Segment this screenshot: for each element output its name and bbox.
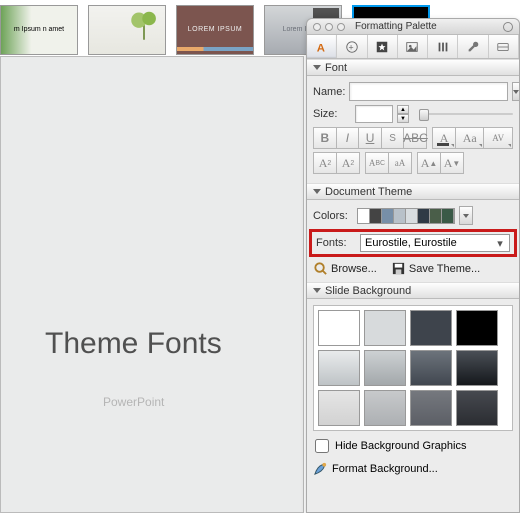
save-theme-label: Save Theme...: [409, 263, 480, 275]
change-case-button[interactable]: Aa: [455, 127, 485, 149]
theme-colors-dropdown[interactable]: [459, 206, 473, 225]
italic-button[interactable]: I: [336, 127, 360, 149]
theme-fonts-label: Fonts:: [316, 237, 356, 249]
bg-swatch[interactable]: [410, 310, 452, 346]
strike-button[interactable]: ABC: [403, 127, 427, 149]
zoom-icon[interactable]: [337, 23, 345, 31]
color-swatch[interactable]: [406, 209, 418, 223]
bg-swatch[interactable]: [364, 310, 406, 346]
color-swatch[interactable]: [418, 209, 430, 223]
format-background-button[interactable]: Format Background...: [313, 461, 513, 476]
font-size-slider[interactable]: [419, 109, 513, 119]
minimize-icon[interactable]: [325, 23, 333, 31]
bg-swatch[interactable]: [318, 310, 360, 346]
svg-text:A: A: [316, 42, 324, 54]
theme-fonts-value: Eurostile, Eurostile: [365, 237, 457, 249]
theme-fonts-dropdown[interactable]: Eurostile, Eurostile ▾: [360, 234, 510, 252]
slide-subtitle: PowerPoint: [103, 395, 303, 409]
formatting-palette: Formatting Palette A + Font Name: Size: …: [306, 18, 520, 513]
color-swatch[interactable]: [430, 209, 442, 223]
bg-swatch[interactable]: [364, 390, 406, 426]
section-bg-head[interactable]: Slide Background: [307, 282, 519, 299]
palette-titlebar[interactable]: Formatting Palette: [307, 19, 519, 35]
font-name-dropdown[interactable]: [512, 82, 520, 101]
save-icon: [391, 261, 406, 276]
format-bg-label: Format Background...: [332, 463, 438, 475]
theme-thumb[interactable]: m Ipsum n amet: [0, 5, 78, 55]
font-size-input[interactable]: [355, 105, 393, 123]
tab-extra[interactable]: [489, 35, 519, 58]
bg-swatch[interactable]: [318, 350, 360, 386]
theme-thumb[interactable]: [88, 5, 166, 55]
color-swatch[interactable]: [358, 209, 370, 223]
font-size-stepper[interactable]: ▲▼: [397, 105, 409, 123]
palette-title: Formatting Palette: [355, 21, 499, 32]
disclosure-triangle-icon: [313, 288, 321, 293]
tab-font[interactable]: A: [307, 35, 337, 58]
collapse-icon[interactable]: [503, 22, 513, 32]
section-font-head[interactable]: Font: [307, 59, 519, 76]
subscript-button[interactable]: A2: [336, 152, 360, 174]
browse-icon: [313, 261, 328, 276]
disclosure-triangle-icon: [313, 189, 321, 194]
section-theme-label: Document Theme: [325, 186, 412, 198]
color-swatch[interactable]: [382, 209, 394, 223]
section-theme-head[interactable]: Document Theme: [307, 183, 519, 200]
bg-swatch[interactable]: [456, 310, 498, 346]
superscript-button[interactable]: A2: [313, 152, 337, 174]
bg-swatch[interactable]: [318, 390, 360, 426]
color-swatch[interactable]: [442, 209, 454, 223]
bg-swatch[interactable]: [456, 350, 498, 386]
close-icon[interactable]: [313, 23, 321, 31]
grow-font-button[interactable]: A▲: [417, 152, 441, 174]
thumb-label: m Ipsum n amet: [14, 26, 64, 34]
font-size-label: Size:: [313, 108, 351, 120]
thumb-label: LOREM IPSUM: [188, 26, 243, 34]
disclosure-triangle-icon: [313, 65, 321, 70]
bg-swatch[interactable]: [456, 390, 498, 426]
format-bg-icon: [313, 461, 328, 476]
theme-fonts-highlight: Fonts: Eurostile, Eurostile ▾: [309, 229, 517, 257]
allcaps-button[interactable]: aA: [388, 152, 412, 174]
shadow-button[interactable]: S: [381, 127, 405, 149]
bg-swatch[interactable]: [364, 350, 406, 386]
background-swatch-grid: [313, 305, 513, 431]
char-spacing-button[interactable]: AV: [483, 127, 513, 149]
bg-swatch[interactable]: [410, 350, 452, 386]
shrink-font-button[interactable]: A▼: [440, 152, 464, 174]
section-theme-body: Colors: Fonts: Eurostile, Eurostile ▾ Br…: [307, 200, 519, 282]
save-theme-button[interactable]: Save Theme...: [391, 261, 480, 276]
tab-tools[interactable]: [458, 35, 488, 58]
palette-tabs: A +: [307, 35, 519, 59]
tab-add[interactable]: +: [337, 35, 367, 58]
tab-picture[interactable]: [398, 35, 428, 58]
hide-bg-label: Hide Background Graphics: [335, 440, 466, 452]
section-font-label: Font: [325, 62, 347, 74]
font-name-input[interactable]: [349, 82, 508, 101]
section-bg-body: Hide Background Graphics Format Backgrou…: [307, 299, 519, 482]
font-name-label: Name:: [313, 86, 345, 98]
theme-thumb[interactable]: LOREM IPSUM: [176, 5, 254, 55]
browse-theme-button[interactable]: Browse...: [313, 261, 377, 276]
theme-colors-label: Colors:: [313, 210, 353, 222]
color-swatch[interactable]: [394, 209, 406, 223]
theme-colors-swatches[interactable]: [357, 208, 455, 224]
tab-star[interactable]: [368, 35, 398, 58]
section-font-body: Name: Size: ▲▼ B I U S ABC A Aa AV A2 A2…: [307, 76, 519, 183]
svg-text:+: +: [348, 42, 353, 52]
underline-button[interactable]: U: [358, 127, 382, 149]
hide-bg-input[interactable]: [315, 439, 329, 453]
tab-columns[interactable]: [428, 35, 458, 58]
bg-swatch[interactable]: [410, 390, 452, 426]
browse-label: Browse...: [331, 263, 377, 275]
section-bg-label: Slide Background: [325, 285, 411, 297]
color-swatch[interactable]: [370, 209, 382, 223]
slide-canvas: Theme Fonts PowerPoint: [0, 56, 304, 513]
bold-button[interactable]: B: [313, 127, 337, 149]
slide-title: Theme Fonts: [45, 327, 303, 361]
smallcaps-button[interactable]: ABC: [365, 152, 389, 174]
font-color-button[interactable]: A: [432, 127, 456, 149]
hide-bg-checkbox[interactable]: Hide Background Graphics: [315, 439, 511, 453]
